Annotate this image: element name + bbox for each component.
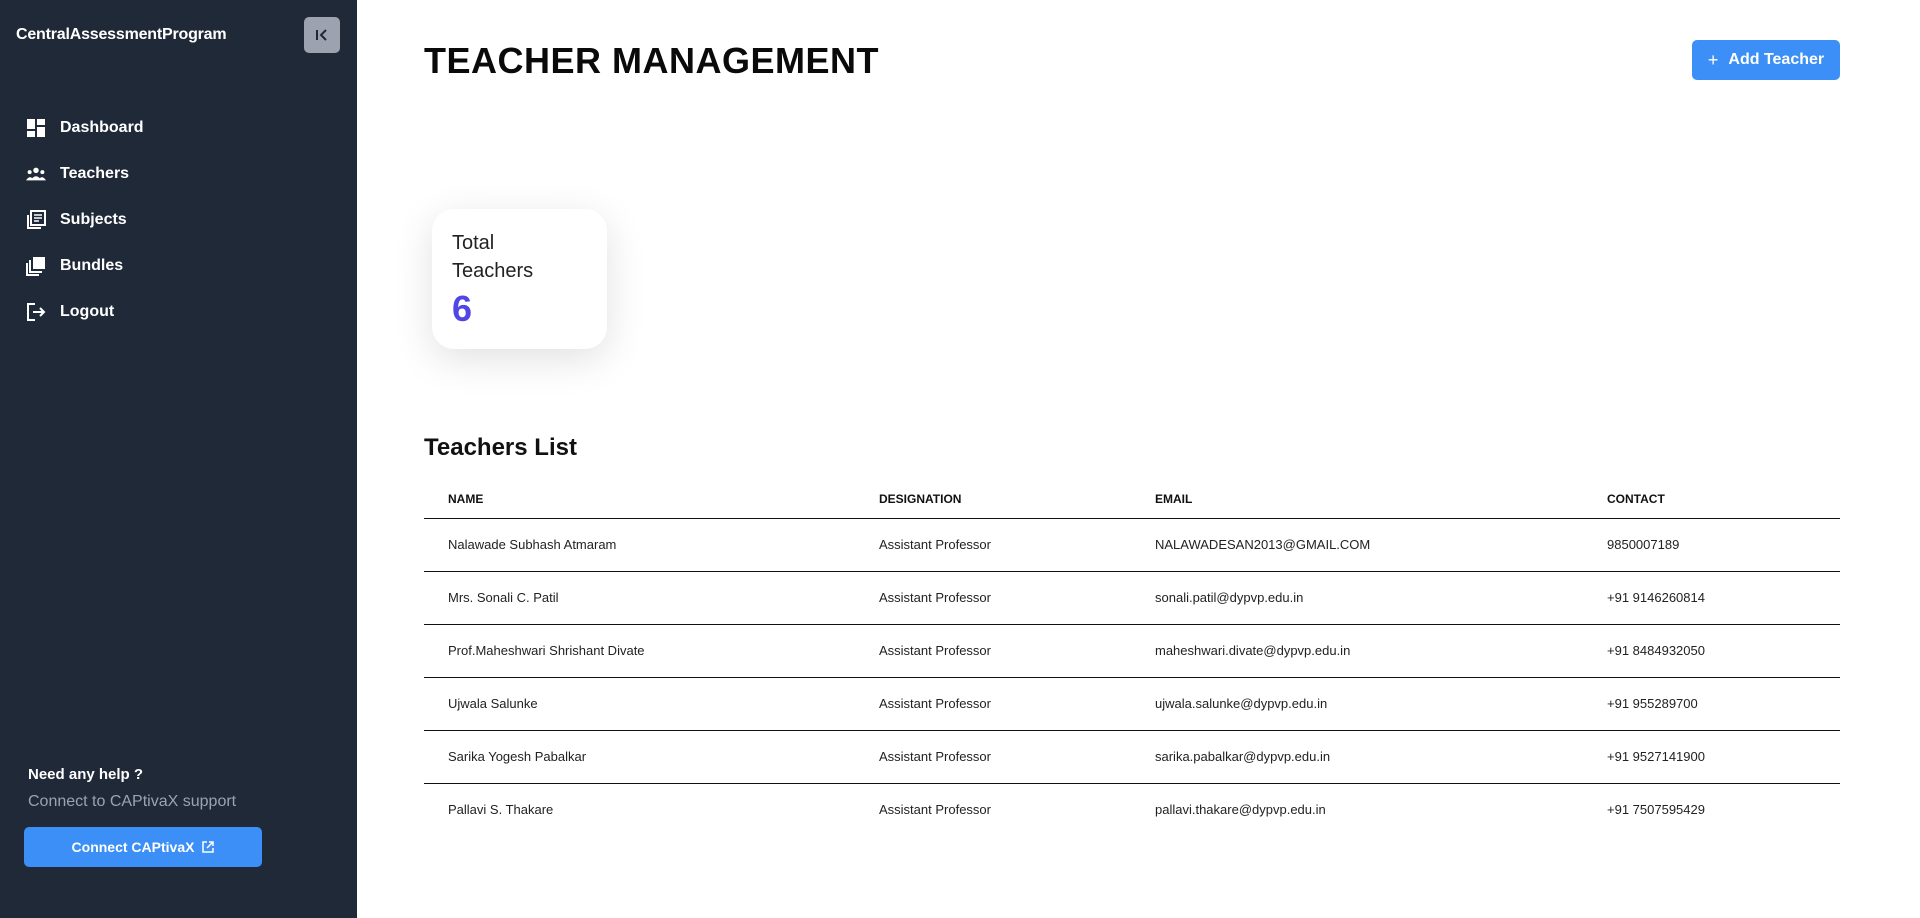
table-row[interactable]: Ujwala Salunke Assistant Professor ujwal… [424,677,1840,731]
help-subtitle: Connect to CAPtivaX support [28,793,237,810]
connect-support-button[interactable]: Connect CAPtivaX [24,827,262,867]
help-section: Need any help ? Connect to CAPtivaX supp… [28,766,236,811]
table-row[interactable]: Pallavi S. Thakare Assistant Professor p… [424,783,1840,836]
sidebar-item-label: Teachers [60,165,130,182]
sidebar-item-label: Logout [60,303,115,320]
add-teacher-label: Add Teacher [1728,51,1825,68]
people-icon [26,164,46,184]
sidebar-item-label: Bundles [60,257,124,274]
teachers-table: NAME DESIGNATION EMAIL CONTACT Nalawade … [424,480,1840,836]
table-row[interactable]: Prof.Maheshwari Shrishant Divate Assista… [424,624,1840,678]
total-teachers-card: Total Teachers 6 [432,209,607,349]
column-header-name[interactable]: NAME [424,480,855,519]
cell-designation: Assistant Professor [855,730,1131,784]
table-row[interactable]: Sarika Yogesh Pabalkar Assistant Profess… [424,730,1840,784]
table-header-row: NAME DESIGNATION EMAIL CONTACT [424,480,1840,519]
cell-contact: +91 9146260814 [1583,571,1840,625]
cell-email: maheshwari.divate@dypvp.edu.in [1131,624,1583,678]
sidebar: CentralAssessmentProgram Dashboard Teach… [0,0,357,918]
cell-email: NALAWADESAN2013@GMAIL.COM [1131,518,1583,572]
sidebar-item-teachers[interactable]: Teachers [0,151,357,197]
cell-designation: Assistant Professor [855,677,1131,731]
teachers-list-title: Teachers List [424,434,577,461]
cell-designation: Assistant Professor [855,518,1131,572]
column-header-contact[interactable]: CONTACT [1583,480,1840,519]
stat-value: 6 [452,288,473,329]
cell-name: Ujwala Salunke [424,677,855,731]
connect-button-label: Connect CAPtivaX [71,839,195,855]
collapse-sidebar-button[interactable] [304,17,340,53]
cell-name: Prof.Maheshwari Shrishant Divate [424,624,855,678]
cell-name: Sarika Yogesh Pabalkar [424,730,855,784]
brand-name: CentralAssessmentProgram [16,26,227,43]
cell-designation: Assistant Professor [855,624,1131,678]
table-row[interactable]: Mrs. Sonali C. Patil Assistant Professor… [424,571,1840,625]
add-teacher-button[interactable]: + Add Teacher [1692,40,1840,80]
sidebar-item-logout[interactable]: Logout [0,289,357,335]
library-icon [26,210,46,230]
sidebar-item-dashboard[interactable]: Dashboard [0,105,357,151]
cell-designation: Assistant Professor [855,571,1131,625]
plus-icon: + [1707,49,1719,70]
help-title: Need any help ? [28,766,144,783]
cell-contact: +91 8484932050 [1583,624,1840,678]
cell-contact: +91 7507595429 [1607,802,1705,818]
cell-email: pallavi.thakare@dypvp.edu.in [1155,802,1326,818]
cell-contact: 9850007189 [1583,518,1840,572]
collapse-icon [316,29,327,41]
page-title: TEACHER MANAGEMENT [424,40,879,81]
sidebar-item-subjects[interactable]: Subjects [0,197,357,243]
main-content: TEACHER MANAGEMENT + Add Teacher Total T… [357,0,1920,918]
cell-email: sonali.patil@dypvp.edu.in [1131,571,1583,625]
layers-icon [26,256,46,276]
cell-email: sarika.pabalkar@dypvp.edu.in [1131,730,1583,784]
sidebar-item-bundles[interactable]: Bundles [0,243,357,289]
sidebar-nav: Dashboard Teachers Subjects Bundles Logo… [0,105,357,335]
column-header-email[interactable]: EMAIL [1131,480,1583,519]
sidebar-item-label: Dashboard [60,119,144,136]
cell-email: ujwala.salunke@dypvp.edu.in [1131,677,1583,731]
cell-contact: +91 9527141900 [1583,730,1840,784]
sidebar-item-label: Subjects [60,211,127,228]
cell-name: Mrs. Sonali C. Patil [424,571,855,625]
cell-contact: +91 955289700 [1583,677,1840,731]
table-row[interactable]: Nalawade Subhash Atmaram Assistant Profe… [424,518,1840,572]
cell-name: Nalawade Subhash Atmaram [424,518,855,572]
dashboard-icon [26,118,46,138]
column-header-designation[interactable]: DESIGNATION [855,480,1131,519]
external-link-icon [202,841,215,853]
cell-name: Pallavi S. Thakare [448,802,554,818]
stat-label: Total Teachers [452,232,534,282]
logout-icon [26,302,46,322]
cell-designation: Assistant Professor [879,802,991,818]
